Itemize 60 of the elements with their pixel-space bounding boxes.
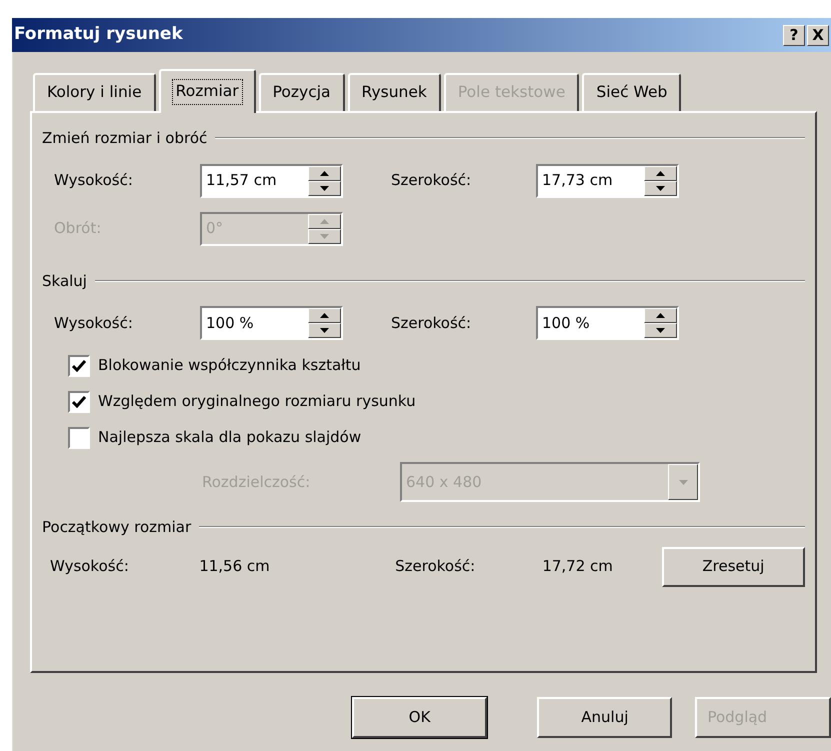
checkbox-label: Blokowanie współczynnika kształtu (98, 355, 361, 376)
tab[interactable]: Rysunek (348, 73, 441, 111)
checkbox-label: Najlepsza skala dla pokazu slajdów (98, 427, 362, 448)
dialog-button[interactable]: Anuluj (537, 697, 672, 738)
spin-field[interactable]: 17,73 cm (536, 164, 679, 198)
close-button[interactable]: X (807, 24, 829, 46)
down-arrow-icon (656, 186, 665, 190)
spin-up-button[interactable] (644, 308, 677, 323)
check-icon (72, 396, 86, 408)
spin-down-button[interactable] (308, 180, 341, 196)
down-arrow-icon (656, 328, 665, 333)
field-label: Szerokość: (395, 556, 476, 578)
value-text: 11,56 cm (199, 556, 271, 578)
spin-down-button[interactable] (644, 323, 677, 338)
spin-up-button[interactable] (308, 214, 341, 228)
spin-field[interactable]: 100 % (200, 306, 343, 340)
down-arrow-icon (678, 480, 688, 484)
up-arrow-icon (656, 313, 665, 318)
group-title: Skaluj (42, 270, 87, 292)
dialog-button[interactable]: OK (352, 697, 488, 738)
spin-field[interactable]: 100 % (536, 306, 679, 340)
reset-button[interactable]: Zresetuj (662, 546, 805, 586)
field-label: Wysokość: (50, 556, 130, 578)
group-title: Początkowy rozmiar (42, 517, 192, 538)
field-label: Szerokość: (391, 312, 472, 334)
dropdown-button[interactable] (668, 464, 698, 500)
window-title: Formatuj rysunek (14, 23, 184, 46)
down-arrow-icon (320, 234, 329, 238)
spin-up-button[interactable] (644, 166, 677, 180)
tab[interactable]: Rozmiar (158, 69, 256, 113)
input-field[interactable]: 17,73 cm (538, 166, 644, 196)
field-label: Wysokość: (54, 170, 134, 192)
down-arrow-icon (320, 186, 329, 190)
group-title: Zmień rozmiar i obróć (42, 128, 208, 149)
spin-up-button[interactable] (308, 308, 341, 323)
checkbox[interactable] (68, 390, 90, 412)
spin-down-button[interactable] (308, 228, 341, 244)
spin-up-button[interactable] (308, 166, 341, 180)
checkbox[interactable] (68, 426, 90, 448)
spin-field[interactable]: 11,57 cm (200, 164, 343, 198)
up-arrow-icon (320, 313, 329, 318)
help-button[interactable]: ? (783, 24, 805, 46)
up-arrow-icon (320, 218, 329, 224)
input-field[interactable]: 100 % (538, 308, 644, 338)
spin-down-button[interactable] (308, 323, 341, 338)
field-label: Wysokość: (54, 312, 134, 334)
checkbox[interactable] (68, 354, 90, 376)
check-icon (72, 360, 86, 372)
tab[interactable]: Kolory i linie (33, 73, 156, 111)
up-arrow-icon (320, 170, 329, 176)
down-arrow-icon (320, 328, 329, 333)
checkbox-label: Względem oryginalnego rozmiaru rysunku (98, 391, 416, 412)
input-field[interactable]: 100 % (202, 308, 308, 338)
tab[interactable]: Sieć Web (582, 73, 682, 111)
up-arrow-icon (656, 170, 665, 176)
spin-down-button[interactable] (644, 180, 677, 196)
value-text: 17,72 cm (542, 556, 614, 578)
field-label: Szerokość: (391, 170, 472, 192)
input-field[interactable]: 11,57 cm (202, 166, 308, 196)
tab[interactable]: Pozycja (258, 73, 345, 111)
